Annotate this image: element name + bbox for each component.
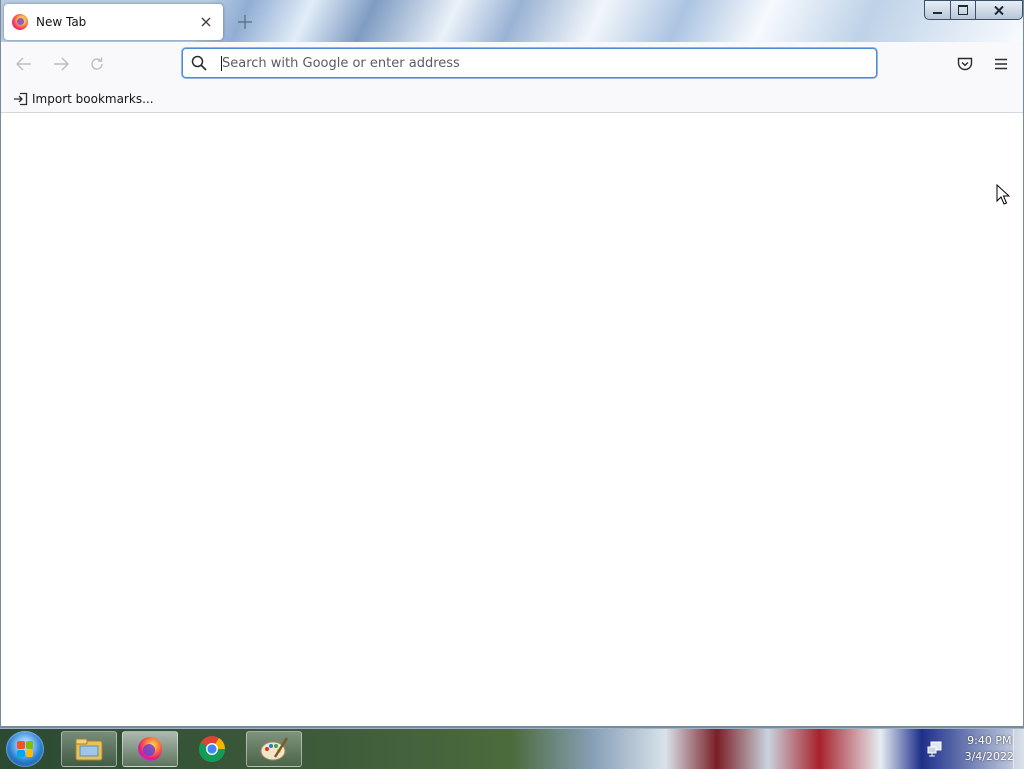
firefox-icon [12,14,28,30]
taskbar-chrome[interactable] [184,731,240,767]
taskbar-file-explorer[interactable] [61,731,117,767]
new-tab-button[interactable] [233,10,257,34]
mouse-cursor-icon [996,184,1010,205]
title-bar: New Tab [1,0,1023,42]
import-bookmarks-label: Import bookmarks... [32,92,154,106]
import-icon [14,92,28,106]
pocket-icon [957,57,973,70]
window-controls [924,0,1023,20]
clock-date: 3/4/2022 [964,750,1014,763]
restore-button[interactable] [950,0,975,20]
browser-window: New Tab Search with Google or enter addr… [0,0,1024,728]
forward-button[interactable] [47,50,75,78]
plus-icon [238,15,252,29]
start-button[interactable] [6,731,44,767]
minimize-button[interactable] [924,0,950,20]
arrow-left-icon [16,57,31,71]
page-content[interactable] [1,113,1023,726]
tab-new-tab[interactable]: New Tab [4,4,223,40]
minimize-icon [933,12,942,14]
reload-icon [91,57,103,70]
system-clock[interactable]: 9:40 PM 3/4/2022 [965,733,1014,765]
hamburger-menu-icon [995,58,1007,70]
system-tray: 9:40 PM 3/4/2022 [927,731,1014,767]
address-bar[interactable] [182,48,877,78]
chrome-icon [198,736,226,763]
tab-title: New Tab [36,15,87,29]
firefox-icon [138,737,162,761]
reload-button[interactable] [83,50,111,78]
close-icon[interactable] [195,11,217,33]
back-button[interactable] [10,50,38,78]
pocket-button[interactable] [951,50,979,78]
network-icon[interactable] [927,741,943,757]
show-desktop-button[interactable] [1013,729,1024,769]
arrow-right-icon [54,57,69,71]
windows-taskbar: 9:40 PM 3/4/2022 [0,728,1024,769]
close-window-button[interactable] [975,0,1023,20]
windows-logo-icon [17,741,33,757]
app-menu-button[interactable] [987,50,1015,78]
bookmarks-toolbar: Import bookmarks... [1,86,1023,113]
folder-icon [75,738,103,761]
restore-icon [958,5,968,15]
clock-time: 9:40 PM [967,734,1012,747]
taskbar-firefox[interactable] [122,731,178,767]
import-bookmarks-button[interactable]: Import bookmarks... [13,90,154,108]
taskbar-paint[interactable] [246,731,302,767]
paint-palette-icon [260,737,289,761]
search-icon [191,55,207,71]
address-input[interactable] [222,55,876,71]
close-icon [994,5,1004,15]
navigation-toolbar [1,42,1023,86]
